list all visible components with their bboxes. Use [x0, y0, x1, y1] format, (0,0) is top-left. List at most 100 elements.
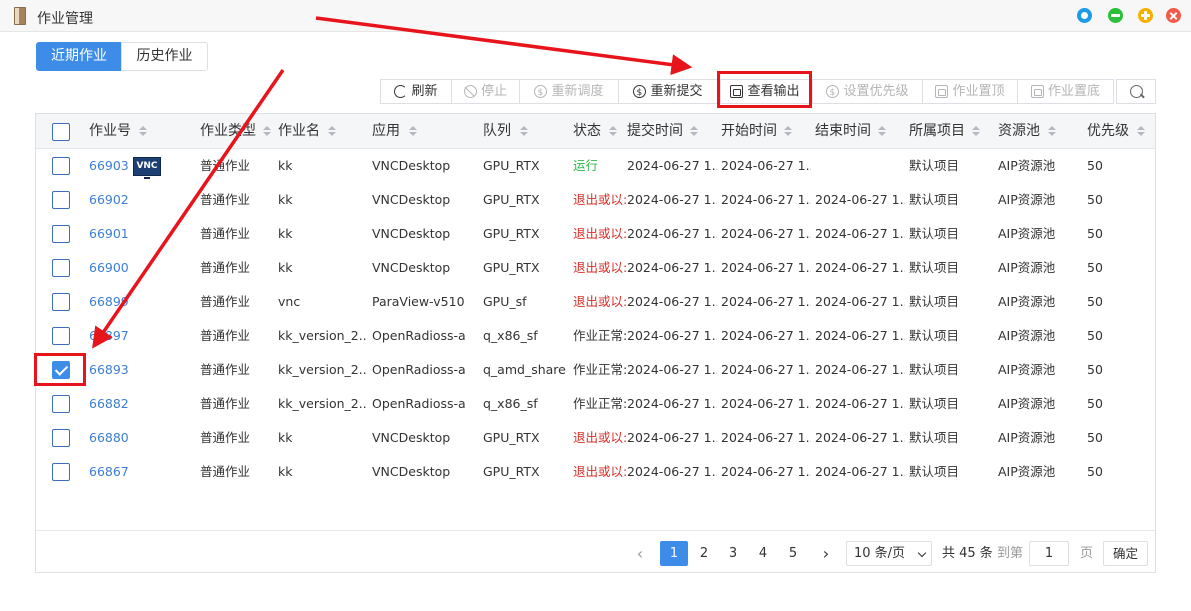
cell-job-id[interactable]: 66900: [89, 251, 129, 285]
cell-status: 作业正常:: [573, 328, 627, 343]
header-project[interactable]: 所属项目: [909, 114, 965, 149]
refresh-button[interactable]: 刷新: [380, 79, 452, 104]
select-all-checkbox[interactable]: [52, 123, 70, 141]
cell-job-id[interactable]: 66901: [89, 217, 129, 251]
header-job-type[interactable]: 作业类型: [200, 114, 256, 149]
row-checkbox[interactable]: [52, 463, 70, 481]
row-checkbox[interactable]: [52, 429, 70, 447]
row-checkbox[interactable]: [52, 191, 70, 209]
set-priority-button[interactable]: 设置优先级: [812, 79, 923, 105]
cell-job-type: 普通作业: [200, 430, 251, 445]
header-queue[interactable]: 队列: [483, 114, 511, 149]
cell-status: 运行: [573, 158, 599, 173]
cell-status: 退出或以:: [573, 260, 627, 275]
pin-top-icon: [935, 85, 949, 98]
cell-job-type: 普通作业: [200, 396, 251, 411]
cell-job-id[interactable]: 66882: [89, 387, 129, 421]
app-icon: [14, 7, 26, 25]
cell-app: OpenRadioss-a: [372, 328, 466, 343]
vnc-monitor-icon[interactable]: VNC: [133, 157, 161, 179]
cell-submit-time: 2024-06-27 1...: [627, 430, 717, 445]
header-job-id[interactable]: 作业号: [89, 114, 131, 149]
cell-project: 默认项目: [909, 192, 960, 207]
table-row[interactable]: 66882 普通作业 kk_version_2... OpenRadioss-a q_x…: [36, 387, 1155, 421]
cell-status: 退出或以:: [573, 464, 627, 479]
table-row[interactable]: 66902 普通作业 kk VNCDesktop GPU_RTX 退出或以: 2024-06…: [36, 183, 1155, 217]
minimize-window-button[interactable]: [1108, 8, 1123, 23]
header-status[interactable]: 状态: [573, 114, 601, 149]
cell-job-id[interactable]: 66867: [89, 455, 129, 489]
page-5-button[interactable]: 5: [779, 541, 807, 566]
table-row[interactable]: 66867 普通作业 kk VNCDesktop GPU_RTX 退出或以: 2024-06…: [36, 455, 1155, 489]
row-checkbox[interactable]: [52, 293, 70, 311]
row-checkbox[interactable]: [52, 157, 70, 175]
search-button[interactable]: [1116, 79, 1156, 104]
cell-start-time: 2024-06-27 1...: [721, 192, 811, 207]
row-checkbox[interactable]: [52, 225, 70, 243]
cell-job-id[interactable]: 66897: [89, 319, 129, 353]
cell-priority: 50: [1087, 158, 1103, 173]
cell-queue: GPU_RTX: [483, 158, 540, 173]
tab-history-jobs[interactable]: 历史作业: [121, 42, 208, 71]
table-row[interactable]: 66893 普通作业 kk_version_2... OpenRadioss-a q_a…: [36, 353, 1155, 387]
cell-status: 退出或以:: [573, 294, 627, 309]
goto-page-input[interactable]: 1: [1029, 541, 1069, 566]
table-row[interactable]: 66899 普通作业 vnc ParaView-v510 GPU_sf 退出或以: 2024…: [36, 285, 1155, 319]
cell-app: VNCDesktop: [372, 464, 451, 479]
prev-page-icon[interactable]: ‹: [630, 541, 650, 566]
page-3-button[interactable]: 3: [719, 541, 747, 566]
tab-recent-jobs[interactable]: 近期作业: [36, 42, 122, 71]
cell-job-name: kk_version_2...: [278, 396, 366, 411]
table-row[interactable]: 66901 普通作业 kk VNCDesktop GPU_RTX 退出或以: 2024-06…: [36, 217, 1155, 251]
cell-job-type: 普通作业: [200, 362, 251, 377]
cell-job-id[interactable]: 66880: [89, 421, 129, 455]
cell-end-time: 2024-06-27 1...: [815, 294, 905, 309]
cell-end-time: [815, 149, 905, 183]
pin-bottom-button[interactable]: 作业置底: [1017, 79, 1114, 104]
stop-label: 停止: [480, 84, 507, 99]
resubmit-button[interactable]: 重新提交: [618, 79, 718, 105]
header-end-time[interactable]: 结束时间: [815, 114, 871, 149]
table-row[interactable]: 66900 普通作业 kk VNCDesktop GPU_RTX 退出或以: 2024-06…: [36, 251, 1155, 285]
window-title: 作业管理: [37, 11, 93, 27]
table-row[interactable]: 66880 普通作业 kk VNCDesktop GPU_RTX 退出或以: 2024-06…: [36, 421, 1155, 455]
page-4-button[interactable]: 4: [749, 541, 777, 566]
pin-top-button[interactable]: 作业置顶: [922, 79, 1018, 104]
cell-end-time: 2024-06-27 1...: [815, 328, 905, 343]
pin-top-label: 作业置顶: [952, 84, 1005, 99]
next-page-icon[interactable]: ›: [816, 541, 836, 566]
cell-project: 默认项目: [909, 430, 960, 445]
cell-job-id[interactable]: 66902: [89, 183, 129, 217]
stop-button[interactable]: 停止: [451, 79, 520, 104]
cell-app: ParaView-v510: [372, 294, 465, 309]
cell-pool: AIP资源池: [998, 328, 1056, 343]
page-size-select[interactable]: 10 条/页: [846, 541, 932, 566]
row-checkbox[interactable]: [52, 327, 70, 345]
header-pool[interactable]: 资源池: [998, 114, 1040, 149]
confirm-button[interactable]: 确定: [1103, 541, 1148, 566]
row-checkbox[interactable]: [52, 395, 70, 413]
page-1-button[interactable]: 1: [660, 541, 688, 566]
cell-job-id[interactable]: 66899: [89, 285, 129, 319]
reschedule-button[interactable]: 重新调度: [519, 79, 619, 105]
cell-status: 作业正常:: [573, 396, 627, 411]
page-2-button[interactable]: 2: [690, 541, 718, 566]
cell-queue: q_amd_share: [483, 362, 566, 377]
cell-job-id[interactable]: 66893: [89, 353, 129, 387]
header-job-name[interactable]: 作业名: [278, 114, 320, 149]
header-start-time[interactable]: 开始时间: [721, 114, 777, 149]
table-row[interactable]: 66903 普通作业 kk VNCDesktop GPU_RTX 运行 2024-06-27…: [36, 149, 1155, 183]
table-row[interactable]: 66897 普通作业 kk_version_2... OpenRadioss-a q_x…: [36, 319, 1155, 353]
row-checkbox[interactable]: [52, 259, 70, 277]
header-priority[interactable]: 优先级: [1087, 114, 1129, 149]
cell-end-time: 2024-06-27 1...: [815, 226, 905, 241]
restore-window-button[interactable]: [1077, 8, 1092, 23]
cell-job-id[interactable]: 66903: [89, 149, 129, 183]
cell-queue: q_x86_sf: [483, 328, 538, 343]
maximize-window-button[interactable]: [1138, 8, 1153, 23]
cell-start-time: 2024-06-27 1...: [721, 328, 811, 343]
header-app[interactable]: 应用: [372, 114, 400, 149]
cell-app: OpenRadioss-a: [372, 362, 466, 377]
close-window-button[interactable]: [1166, 8, 1181, 23]
header-submit-time[interactable]: 提交时间: [627, 114, 683, 149]
